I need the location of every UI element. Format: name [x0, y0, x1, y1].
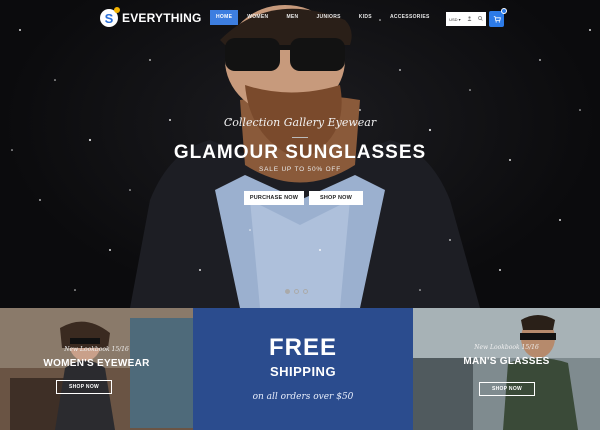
nav-item-accessories[interactable]: ACCESSORIES — [381, 10, 439, 25]
shop-now-button[interactable]: SHOP NOW — [309, 191, 363, 205]
womens-promo-image — [0, 308, 193, 430]
promo-mans-glasses[interactable]: New Lookbook 15/16 MAN'S GLASSES SHOP NO… — [413, 308, 600, 430]
mens-shop-now-button[interactable]: SHOP NOW — [479, 382, 535, 396]
hero-subtitle: Collection Gallery Eyewear — [223, 116, 377, 129]
nav-item-home[interactable]: HOME — [210, 10, 239, 25]
brand-logo[interactable]: S EVERYTHING — [100, 7, 202, 27]
cart-icon — [493, 16, 501, 23]
cart-count-badge — [501, 8, 507, 14]
search-icon[interactable] — [478, 16, 483, 22]
utility-bar: USD ▾ — [446, 12, 486, 26]
shipping-condition: on all orders over $50 — [252, 392, 354, 402]
hero-divider — [292, 137, 308, 138]
mens-promo-kicker: New Lookbook 15/16 — [474, 344, 539, 351]
nav-item-men[interactable]: MEN — [277, 10, 307, 25]
logo-icon: S — [100, 7, 120, 27]
slider-dot[interactable] — [294, 289, 299, 294]
purchase-now-button[interactable]: PURCHASE NOW — [244, 191, 304, 205]
promo-womens-eyewear[interactable]: New Lookbook 15/16 WOMEN'S EYEWEAR SHOP … — [0, 308, 193, 430]
nav-item-juniors[interactable]: JUNIORS — [307, 10, 349, 25]
mens-promo-title: MAN'S GLASSES — [463, 356, 550, 367]
promo-free-shipping[interactable]: FREE SHIPPING on all orders over $50 — [193, 308, 413, 430]
slider-dot[interactable] — [285, 289, 290, 294]
brand-name: EVERYTHING — [122, 11, 202, 25]
user-icon[interactable] — [467, 16, 472, 22]
hero-sale-text: SALE UP TO 50% OFF — [259, 166, 341, 173]
mens-promo-image — [413, 308, 600, 430]
shipping-label: SHIPPING — [269, 364, 337, 379]
hero-slider: Collection Gallery Eyewear GLAMOUR SUNGL… — [0, 0, 600, 308]
free-label: FREE — [268, 334, 337, 361]
nav-item-women[interactable]: WOMEN — [238, 10, 277, 25]
currency-select[interactable]: USD ▾ — [449, 17, 461, 22]
slider-dot[interactable] — [303, 289, 308, 294]
hero-title: GLAMOUR SUNGLASSES — [173, 142, 427, 163]
logo-dot — [114, 7, 120, 13]
womens-promo-title: WOMEN'S EYEWEAR — [43, 358, 150, 369]
site-header: S EVERYTHING HOME WOMEN MEN JUNIORS KIDS… — [0, 0, 600, 38]
nav-item-kids[interactable]: KIDS — [350, 10, 381, 25]
slider-pagination — [285, 289, 308, 294]
cart-button[interactable] — [489, 8, 507, 27]
womens-shop-now-button[interactable]: SHOP NOW — [56, 380, 112, 394]
womens-promo-kicker: New Lookbook 15/16 — [64, 346, 129, 353]
logo-letter: S — [104, 10, 114, 26]
main-nav: HOME WOMEN MEN JUNIORS KIDS ACCESSORIES … — [210, 10, 472, 25]
